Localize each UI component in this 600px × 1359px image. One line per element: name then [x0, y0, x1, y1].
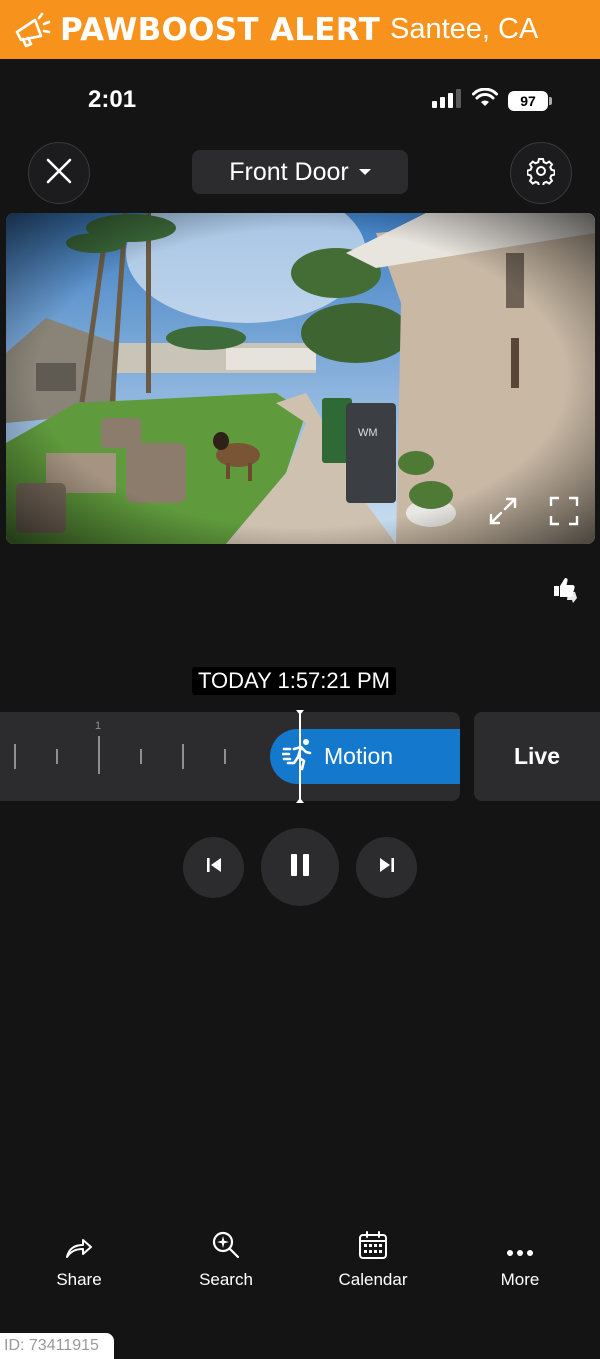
status-time: 2:01: [88, 86, 137, 113]
calendar-icon: [358, 1230, 388, 1260]
camera-scene-image: WM: [6, 213, 595, 544]
device-selector[interactable]: Front Door: [192, 150, 408, 194]
timeline-tick: [224, 749, 226, 764]
search-label: Search: [199, 1270, 253, 1289]
more-label: More: [500, 1270, 540, 1289]
chevron-down-icon: [358, 169, 371, 175]
pause-icon: [289, 853, 311, 882]
listing-id-tag: ID: 73411915: [0, 1333, 114, 1359]
status-icons: 97: [432, 87, 552, 113]
megaphone-icon: [8, 7, 54, 53]
wifi-icon: [472, 87, 498, 113]
timeline-tick: [56, 749, 58, 764]
gear-icon: [526, 157, 556, 190]
skip-back-icon: [205, 856, 223, 879]
expand-icon[interactable]: [488, 496, 518, 531]
close-icon: [46, 158, 72, 189]
timeline-tick-label: 1: [95, 720, 102, 732]
timeline-timestamp: TODAY 1:57:21 PM: [192, 667, 396, 695]
more-button[interactable]: More: [460, 1230, 580, 1290]
share-button[interactable]: Share: [19, 1230, 139, 1290]
feedback-thumbs-icon[interactable]: [552, 576, 582, 609]
calendar-button[interactable]: Calendar: [313, 1230, 433, 1290]
timeline-tick: [98, 736, 100, 774]
close-button[interactable]: [28, 142, 90, 204]
settings-button[interactable]: [510, 142, 572, 204]
live-button[interactable]: Live: [474, 712, 600, 801]
signal-icon: [432, 88, 462, 113]
calendar-label: Calendar: [338, 1270, 408, 1289]
more-dots-icon: [505, 1230, 535, 1260]
video-feed[interactable]: WM: [6, 213, 595, 544]
fullscreen-icon[interactable]: [549, 496, 579, 531]
motion-label: Motion: [324, 743, 394, 769]
share-arrow-icon: [64, 1230, 94, 1260]
timeline-tick: [140, 749, 142, 764]
alert-city: Santee, CA: [390, 13, 539, 45]
timeline-scrubber[interactable]: 1 Motion: [0, 712, 460, 801]
skip-forward-icon: [378, 856, 396, 879]
timeline-tick: [182, 744, 184, 769]
timeline-playhead[interactable]: [296, 710, 304, 803]
next-event-button[interactable]: [356, 837, 417, 898]
bottom-toolbar: Share Search Calendar More: [0, 1230, 600, 1310]
ai-search-icon: [211, 1230, 241, 1260]
previous-event-button[interactable]: [183, 837, 244, 898]
alert-title: PAWBOOST ALERT: [60, 11, 381, 48]
search-button[interactable]: Search: [166, 1230, 286, 1290]
device-name: Front Door: [229, 157, 349, 186]
timeline-tick: [14, 744, 16, 769]
pawboost-alert-banner: PAWBOOST ALERT Santee, CA: [0, 0, 600, 59]
pause-button[interactable]: [261, 828, 339, 906]
battery-icon: 97: [508, 90, 552, 111]
share-label: Share: [56, 1270, 102, 1289]
